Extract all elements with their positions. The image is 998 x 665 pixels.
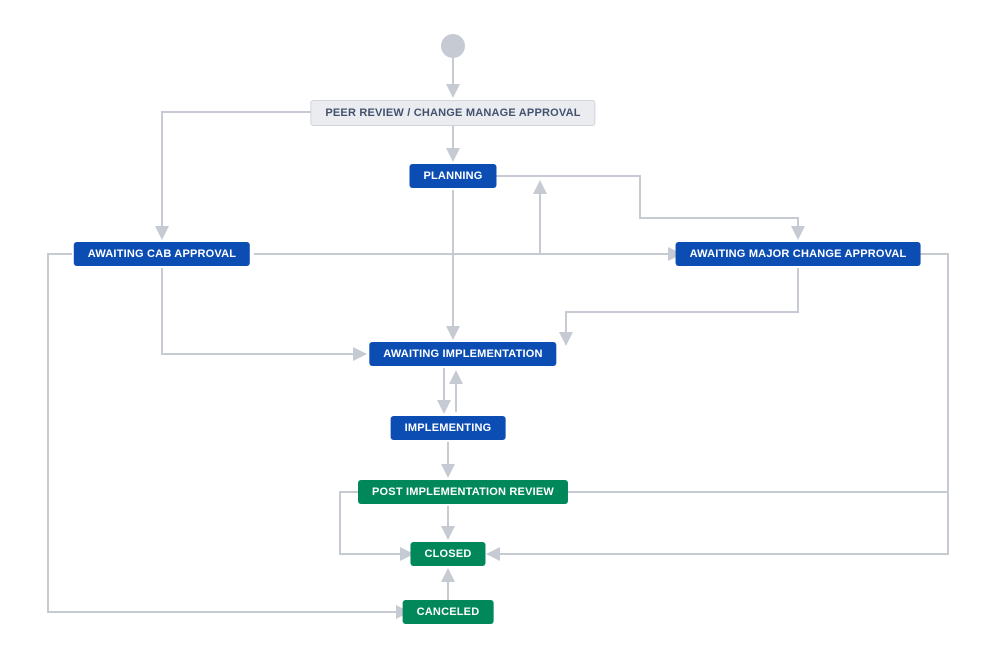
node-canceled[interactable]: CANCELED: [403, 600, 494, 624]
node-label: AWAITING CAB APPROVAL: [88, 248, 236, 260]
node-label: POST IMPLEMENTATION REVIEW: [372, 486, 554, 498]
node-label: PEER REVIEW / CHANGE MANAGE APPROVAL: [325, 107, 580, 119]
node-label: PLANNING: [423, 170, 482, 182]
node-label: AWAITING IMPLEMENTATION: [383, 348, 542, 360]
node-label: CLOSED: [424, 548, 471, 560]
node-label: CANCELED: [417, 606, 480, 618]
node-planning[interactable]: PLANNING: [409, 164, 496, 188]
node-post-implementation-review[interactable]: POST IMPLEMENTATION REVIEW: [358, 480, 568, 504]
node-implementing[interactable]: IMPLEMENTING: [391, 416, 506, 440]
node-label: IMPLEMENTING: [405, 422, 492, 434]
node-awaiting-major[interactable]: AWAITING MAJOR CHANGE APPROVAL: [676, 242, 921, 266]
node-awaiting-cab[interactable]: AWAITING CAB APPROVAL: [74, 242, 250, 266]
start-node: [441, 34, 465, 58]
node-peer-review[interactable]: PEER REVIEW / CHANGE MANAGE APPROVAL: [310, 100, 595, 126]
node-closed[interactable]: CLOSED: [410, 542, 485, 566]
node-label: AWAITING MAJOR CHANGE APPROVAL: [690, 248, 907, 260]
node-awaiting-implementation[interactable]: AWAITING IMPLEMENTATION: [369, 342, 556, 366]
workflow-canvas: PEER REVIEW / CHANGE MANAGE APPROVAL PLA…: [0, 0, 998, 665]
